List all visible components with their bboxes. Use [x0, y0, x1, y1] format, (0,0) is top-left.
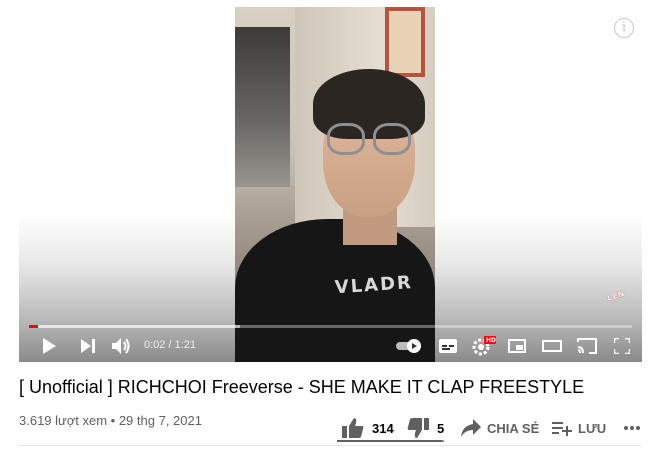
- divider: [19, 445, 642, 446]
- progress-bar[interactable]: [29, 325, 632, 328]
- settings-icon[interactable]: HD: [471, 331, 497, 361]
- next-icon[interactable]: [77, 331, 99, 361]
- shirt-print: VLADR: [334, 272, 414, 299]
- subtitles-icon[interactable]: [437, 331, 459, 361]
- info-icon[interactable]: i: [614, 18, 634, 38]
- miniplayer-icon[interactable]: [506, 331, 528, 361]
- time-display: 0:02 / 1:21: [144, 339, 196, 351]
- autoplay-toggle-icon[interactable]: [395, 331, 423, 361]
- progress-buffered: [29, 325, 241, 328]
- dislike-count: 5: [437, 420, 445, 436]
- channel-watermark[interactable]: LEN: [606, 290, 633, 307]
- like-count: 314: [372, 420, 394, 436]
- current-time: 0:02: [144, 339, 166, 351]
- time-separator: /: [165, 339, 175, 351]
- video-player[interactable]: VLADR i LEN 0:02 / 1:21 HD: [19, 7, 642, 362]
- publish-date: 29 thg 7, 2021: [118, 413, 202, 428]
- share-icon: [461, 419, 481, 437]
- player-controls: 0:02 / 1:21 HD: [19, 331, 642, 361]
- video-title: [ Unofficial ] RICHCHOI Freeverse - SHE …: [19, 377, 585, 397]
- more-icon[interactable]: [624, 410, 640, 446]
- play-icon[interactable]: [37, 331, 61, 361]
- sentiment-bar: [337, 440, 444, 442]
- share-label: CHIA SẺ: [487, 420, 540, 436]
- cast-icon[interactable]: [575, 331, 599, 361]
- duration: 1:21: [174, 339, 197, 351]
- volume-icon[interactable]: [110, 331, 134, 361]
- video-meta: 3.619 lượt xem • 29 thg 7, 2021: [19, 413, 202, 428]
- thumbs-down-icon: [407, 418, 429, 438]
- fullscreen-icon[interactable]: [611, 331, 633, 361]
- video-frame[interactable]: VLADR: [235, 7, 435, 362]
- share-button[interactable]: CHIA SẺ: [461, 410, 539, 446]
- theater-icon[interactable]: [541, 331, 563, 361]
- sentiment-like-fill: [337, 440, 443, 442]
- save-button[interactable]: LƯU: [552, 410, 606, 446]
- view-count: 3.619 lượt xem: [19, 413, 108, 428]
- thumbs-up-icon: [342, 418, 364, 438]
- hd-badge: HD: [486, 337, 497, 344]
- progress-played: [29, 325, 39, 328]
- playlist-add-icon: [552, 422, 572, 436]
- save-label: LƯU: [578, 420, 607, 436]
- meta-bullet: •: [107, 413, 119, 428]
